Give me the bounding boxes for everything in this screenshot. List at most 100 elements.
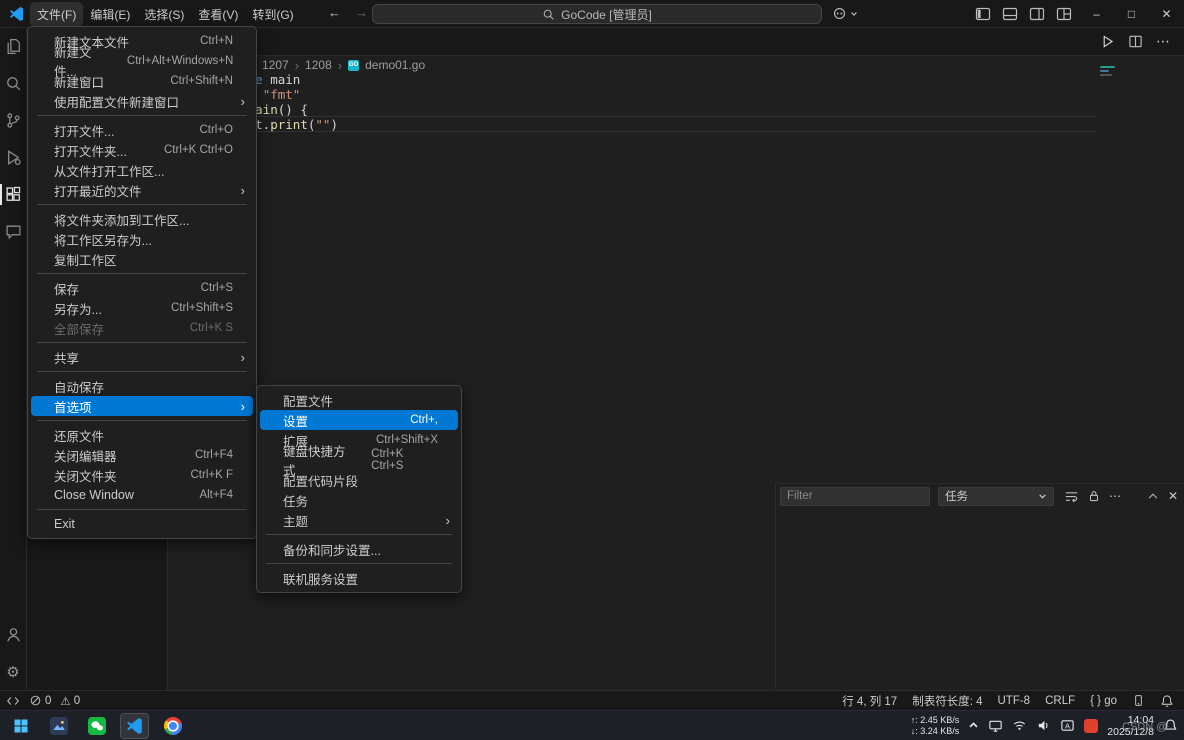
upload-speed: ↑: 2.45 KB/s	[911, 715, 960, 726]
svg-text:A: A	[1065, 721, 1070, 730]
start-button[interactable]	[6, 713, 35, 739]
language-mode[interactable]: { } go	[1090, 695, 1117, 707]
toggle-sidebar-right-icon[interactable]	[1029, 6, 1045, 22]
menu-item[interactable]: 新建窗口 Ctrl+Shift+N	[31, 71, 253, 91]
menu-item[interactable]: Close Window Alt+F4	[31, 485, 253, 505]
toggle-sidebar-left-icon[interactable]	[975, 6, 991, 22]
tray-overflow-chevron-icon[interactable]	[968, 720, 979, 731]
minimize-button[interactable]: –	[1079, 0, 1114, 28]
menu-separator	[266, 563, 452, 564]
lock-icon[interactable]	[1087, 489, 1101, 503]
menu-item[interactable]: 关闭编辑器 Ctrl+F4	[31, 445, 253, 465]
menu-item[interactable]: Exit	[31, 514, 253, 534]
menu-item[interactable]: 全部保存 Ctrl+K S	[31, 318, 253, 338]
output-filter-input[interactable]	[780, 487, 930, 506]
output-channel-select[interactable]: 任务	[938, 487, 1054, 506]
menu-item[interactable]: 打开文件... Ctrl+O	[31, 120, 253, 140]
menu-item[interactable]: 任务	[260, 490, 458, 510]
menu-item[interactable]: 使用配置文件新建窗口 ›	[31, 91, 253, 111]
problems-warnings[interactable]: ⚠ 0	[60, 694, 80, 708]
layout-controls	[975, 6, 1072, 22]
download-speed: ↓: 3.24 KB/s	[911, 726, 960, 737]
menu-item[interactable]: 配置代码片段	[260, 470, 458, 490]
sidebar-item-run-debug[interactable]	[0, 139, 27, 176]
volume-icon[interactable]	[1036, 718, 1051, 733]
account-button[interactable]	[0, 616, 27, 653]
run-file-button[interactable]	[1100, 34, 1115, 49]
menu-item[interactable]: 联机服务设置	[260, 568, 458, 588]
encoding-setting[interactable]: UTF-8	[998, 695, 1031, 707]
tray-red-app-icon[interactable]	[1084, 719, 1098, 733]
menu-item[interactable]: 键盘快捷方式 Ctrl+K Ctrl+S	[260, 450, 458, 470]
taskbar-app-chrome[interactable]	[158, 713, 187, 739]
remote-indicator-icon[interactable]	[6, 694, 20, 708]
menu-item[interactable]: 还原文件	[31, 425, 253, 445]
maximize-panel-icon[interactable]	[1146, 489, 1160, 503]
back-arrow-icon[interactable]: ←	[328, 5, 341, 20]
taskbar-app-wechat[interactable]	[82, 713, 111, 739]
copilot-button[interactable]	[832, 6, 858, 21]
sidebar-item-source-control[interactable]	[0, 102, 27, 139]
panel-more-actions-icon[interactable]: ⋯	[1109, 489, 1121, 503]
menu-item[interactable]: 主题 ›	[260, 510, 458, 530]
breadcrumb-item-filename[interactable]: demo01.go	[365, 58, 425, 72]
menu-item[interactable]: 复制工作区	[31, 249, 253, 269]
breadcrumb-item[interactable]: 1207	[262, 58, 289, 72]
menu-item[interactable]: 配置文件	[260, 390, 458, 410]
cursor-position[interactable]: 行 4, 列 17	[842, 693, 897, 709]
taskbar-app-vscode[interactable]	[120, 713, 149, 739]
menu-separator	[37, 204, 247, 205]
split-editor-icon[interactable]	[1128, 34, 1143, 49]
toggle-panel-icon[interactable]	[1002, 6, 1018, 22]
sidebar-item-chat[interactable]	[0, 213, 27, 250]
menu-item[interactable]: 打开最近的文件 ›	[31, 180, 253, 200]
customize-layout-icon[interactable]	[1056, 6, 1072, 22]
menu-item[interactable]: 自动保存	[31, 376, 253, 396]
eol-setting[interactable]: CRLF	[1045, 695, 1075, 707]
command-center-search[interactable]: GoCode [管理员]	[372, 4, 822, 24]
menu-item-shortcut: Ctrl+O	[185, 124, 233, 136]
wifi-icon[interactable]	[1012, 718, 1027, 733]
notifications-bell-icon[interactable]	[1160, 694, 1174, 708]
menu-item[interactable]: 设置 Ctrl+,	[260, 410, 458, 430]
menu-item[interactable]: 关闭文件夹 Ctrl+K F	[31, 465, 253, 485]
menu-item[interactable]: 另存为... Ctrl+Shift+S	[31, 298, 253, 318]
minimap[interactable]	[1100, 66, 1115, 78]
menubar-item[interactable]: 选择(S)	[137, 2, 191, 27]
settings-button[interactable]: ⚙	[0, 653, 27, 690]
problems-errors[interactable]: 0	[29, 694, 51, 707]
menu-item[interactable]: 将工作区另存为...	[31, 229, 253, 249]
breadcrumb-item[interactable]: 1208	[305, 58, 332, 72]
sidebar-item-explorer[interactable]	[0, 28, 27, 65]
editor-more-actions-icon[interactable]: ⋯	[1156, 33, 1170, 50]
forward-arrow-icon[interactable]: →	[355, 5, 368, 20]
menu-item-label: 首选项	[54, 397, 92, 416]
menu-item[interactable]: 备份和同步设置...	[260, 539, 458, 559]
sidebar-item-search[interactable]	[0, 65, 27, 102]
close-button[interactable]: ✕	[1149, 0, 1184, 28]
menu-item[interactable]: 将文件夹添加到工作区...	[31, 209, 253, 229]
search-icon	[542, 8, 555, 21]
close-panel-icon[interactable]: ✕	[1168, 489, 1178, 503]
menubar-item[interactable]: 转到(G)	[245, 2, 300, 27]
indentation-setting[interactable]: 制表符长度: 4	[912, 693, 982, 709]
menu-item[interactable]: 新建文件... Ctrl+Alt+Windows+N	[31, 51, 253, 71]
word-wrap-icon[interactable]	[1064, 489, 1079, 504]
menu-item[interactable]: 打开文件夹... Ctrl+K Ctrl+O	[31, 140, 253, 160]
sidebar-item-extensions[interactable]	[0, 176, 27, 213]
menu-item[interactable]: 保存 Ctrl+S	[31, 278, 253, 298]
menu-item[interactable]: 从文件打开工作区...	[31, 160, 253, 180]
display-icon[interactable]	[988, 718, 1003, 733]
error-icon	[29, 694, 42, 707]
menubar-item[interactable]: 文件(F)	[30, 2, 83, 27]
menubar-item[interactable]: 编辑(E)	[83, 2, 137, 27]
input-method-icon[interactable]: A	[1060, 718, 1075, 733]
history-nav: ← →	[328, 5, 368, 20]
gear-icon: ⚙	[6, 663, 19, 681]
status-device-icon[interactable]	[1132, 694, 1145, 707]
menu-item[interactable]: 共享 ›	[31, 347, 253, 367]
menu-item[interactable]: 首选项 ›	[31, 396, 253, 416]
taskbar-app-photos[interactable]	[44, 713, 73, 739]
menubar-item[interactable]: 查看(V)	[191, 2, 245, 27]
maximize-button[interactable]: □	[1114, 0, 1149, 28]
